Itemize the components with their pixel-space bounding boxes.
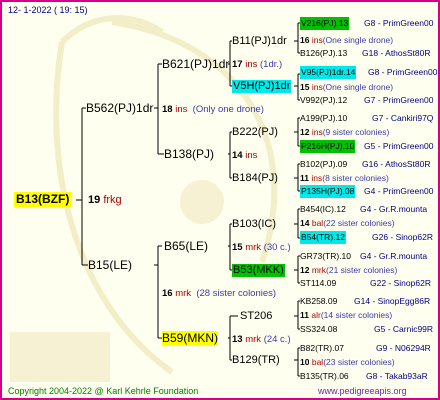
gen5-info: 16 ins(One single drone) (300, 35, 394, 45)
gen5-name-bottom[interactable]: B126(PJ).13 (300, 47, 347, 60)
gen4-node-7[interactable]: ST206 (240, 310, 272, 323)
gen5-name-bottom[interactable]: B54(TR).12 (300, 231, 346, 244)
gen5-ref-top: G9 - N06294R (376, 343, 431, 353)
gen5-name-bottom[interactable]: SS324.08 (300, 323, 337, 336)
gen3-node-2[interactable]: B138(PJ) (164, 147, 214, 162)
gen4-node-2[interactable]: V5H(PJ)1dr (232, 80, 292, 93)
gen5-name-bottom[interactable]: ST114.09 (300, 277, 336, 290)
gen5-ref-top: G8 - PrimGreen00 (368, 67, 438, 77)
gen5-ref-top: G7 - Cankiri97Q (372, 113, 434, 123)
gen4-node-6[interactable]: B53(MKK) (232, 264, 285, 277)
gen5-ref-bottom: G5 - PrimGreen00 (364, 141, 434, 151)
copyright-text: Copyright 2004-2022 @ Karl Kehrle Founda… (8, 386, 199, 396)
gen5-ref-bottom: G7 - PrimGreen00 (364, 95, 434, 105)
gen3-info-4: 13 mrk (24 c.) (232, 334, 291, 345)
dam-node[interactable]: B15(LE) (88, 258, 132, 273)
gen3-info-1: 17 ins (1dr.) (232, 59, 283, 70)
gen5-info: 12 ins(9 sister colonies) (300, 127, 390, 137)
report-date: 12- 1-2022 ( 19: 15) (8, 5, 88, 15)
site-link[interactable]: www.pedigreeapis.org (318, 385, 407, 398)
gen5-info: 10 bal(23 sister colonies) (300, 357, 395, 367)
sire-node[interactable]: B562(PJ)1dr (86, 101, 153, 116)
gen5-name-bottom[interactable]: B135(TR).06 (300, 370, 349, 383)
gen5-name-top[interactable]: KB258.09 (300, 295, 337, 308)
gen5-ref-top: G16 - AthosSt80R (362, 159, 431, 169)
gen5-info: 11 alr(14 sister colonies) (300, 310, 393, 320)
gen3-node-4[interactable]: B59(MKN) (162, 331, 219, 346)
gen5-name-top[interactable]: B454(IC).12 (300, 203, 346, 216)
gen4-node-1[interactable]: B11(PJ)1dr (232, 35, 287, 48)
gen3-info-2: 14 ins (232, 150, 258, 161)
gen5-name-top[interactable]: V216(PJ).13 (300, 17, 350, 30)
gen3-node-1[interactable]: B621(PJ)1dr (162, 57, 229, 72)
gen5-name-bottom[interactable]: P216H(PJ).10 (300, 140, 356, 153)
gen5-name-top[interactable]: B82(TR).07 (300, 342, 344, 355)
sire-info: 18 ins (Only one drone) (162, 104, 264, 115)
gen5-ref-bottom: G8 - Takab93aR (366, 371, 428, 381)
gen4-node-4[interactable]: B184(PJ) (232, 172, 278, 185)
gen5-info: 14 bal(22 sister colonies) (300, 218, 395, 228)
gen5-ref-top: G4 - Gr.R.mounta (360, 251, 428, 261)
gen5-ref-bottom: G22 - Sinop62R (370, 278, 431, 288)
root-queen[interactable]: B13(BZF) (14, 192, 72, 207)
gen5-ref-top: G14 - SinopEgg86R (354, 296, 431, 306)
root-info: 19 frkg (88, 194, 122, 206)
gen5-ref-bottom: G5 - Carnic99R (374, 324, 434, 334)
gen5-info: 11 ins(8 sister colonies) (300, 173, 389, 183)
gen5-ref-top: G8 - PrimGreen00 (364, 18, 434, 28)
gen4-node-3[interactable]: B222(PJ) (232, 126, 278, 139)
gen4-node-5[interactable]: B103(IC) (232, 218, 276, 231)
gen5-name-top[interactable]: B102(PJ).09 (300, 158, 347, 171)
gen5-name-top[interactable]: GR73(TR).10 (300, 250, 351, 263)
gen4-node-8[interactable]: B129(TR) (232, 354, 280, 367)
gen5-ref-bottom: G4 - PrimGreen00 (364, 186, 434, 196)
gen5-info: 15 ins(One single drone) (300, 82, 394, 92)
gen3-node-3[interactable]: B65(LE) (164, 239, 208, 254)
gen5-info: 12 mrk(21 sister colonies) (300, 265, 398, 275)
pedigree-frame: 12- 1-2022 ( 19: 15) B13(BZF) 19 frkg B5… (0, 0, 440, 400)
gen5-name-top[interactable]: A199(PJ).10 (300, 112, 347, 125)
gen5-ref-bottom: G18 - AthosSt80R (362, 48, 431, 58)
gen5-name-top[interactable]: V95(PJ)1dr.14 (300, 66, 357, 79)
gen3-info-3: 15 mrk (30 c.) (232, 242, 291, 253)
gen5-ref-bottom: G26 - Sinop62R (372, 232, 433, 242)
dam-info: 16 mrk (28 sister colonies) (162, 288, 277, 299)
gen5-name-bottom[interactable]: P135H(PJ).08 (300, 185, 356, 198)
gen5-name-bottom[interactable]: V992(PJ).12 (300, 94, 347, 107)
gen5-ref-top: G4 - Gr.R.mounta (360, 204, 428, 214)
